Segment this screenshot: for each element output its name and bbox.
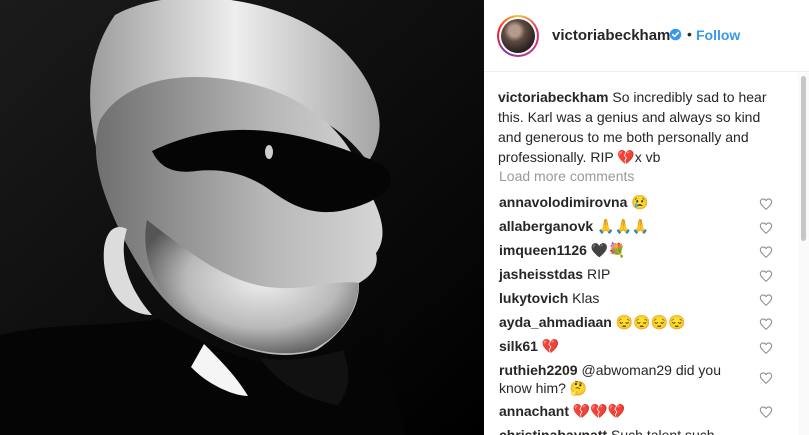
comment-text: RIP	[586, 266, 611, 282]
comment-user[interactable]: jasheisstdas	[499, 266, 583, 282]
comment-text: 💔💔💔	[572, 403, 626, 419]
heart-outline-icon[interactable]	[759, 293, 773, 307]
comment-text: 🖤💐	[590, 242, 626, 258]
comment-text: 🙏🙏🙏	[597, 218, 650, 234]
comment-item: lukytovich Klas	[499, 289, 751, 307]
comment-item: ruthieh2209 @abwoman29 did you know him?…	[499, 361, 751, 397]
comment-text: 💔	[541, 338, 560, 354]
heart-outline-icon[interactable]	[759, 341, 773, 355]
caption-author[interactable]: victoriabeckham	[498, 89, 609, 105]
portrait-image	[0, 0, 484, 435]
comment-text: Such talent such	[611, 427, 715, 435]
story-ring[interactable]	[497, 15, 539, 57]
comment-text: 😢	[631, 194, 649, 210]
heart-outline-icon[interactable]	[759, 405, 773, 419]
comment-item: annachant 💔💔💔	[499, 402, 751, 420]
post-caption: victoriabeckham So incredibly sad to hea…	[498, 87, 778, 167]
heart-outline-icon[interactable]	[759, 371, 773, 385]
comment-user[interactable]: silk61	[499, 338, 538, 354]
comment-item: ayda_ahmadiaan 😔😔😔😔	[499, 313, 751, 331]
comment-item: allaberganovk 🙏🙏🙏	[499, 217, 751, 235]
comment-item: imqueen1126 🖤💐	[499, 241, 751, 259]
comment-user[interactable]: lukytovich	[499, 290, 568, 306]
heart-outline-icon[interactable]	[759, 221, 773, 235]
heart-outline-icon[interactable]	[759, 269, 773, 283]
comment-item: christinabaynatt Such talent such	[499, 426, 751, 435]
post-header: victoriabeckham • Follow	[484, 0, 809, 72]
heart-outline-icon[interactable]	[759, 245, 773, 259]
comments-list[interactable]: victoriabeckham So incredibly sad to hea…	[484, 73, 796, 435]
comment-item: annavolodimirovna 😢	[499, 193, 751, 211]
header-separator: •	[687, 26, 692, 42]
author-username[interactable]: victoriabeckham	[552, 27, 670, 44]
verified-badge-icon	[669, 28, 682, 41]
heart-outline-icon[interactable]	[759, 317, 773, 331]
comment-user[interactable]: annavolodimirovna	[499, 194, 627, 210]
scrollbar-thumb[interactable]	[801, 76, 806, 241]
comments-scrollbar[interactable]	[798, 73, 809, 435]
post-photo	[0, 0, 484, 435]
avatar-photo	[501, 19, 535, 53]
comment-user[interactable]: allaberganovk	[499, 218, 593, 234]
comment-item: silk61 💔	[499, 337, 751, 355]
comment-user[interactable]: ruthieh2209	[499, 362, 578, 378]
comment-user[interactable]: imqueen1126	[499, 242, 587, 258]
comments-panel: victoriabeckham • Follow victoriabeckham…	[484, 0, 809, 435]
load-more-comments-button[interactable]: Load more comments	[499, 168, 634, 184]
comment-user[interactable]: christinabaynatt	[499, 427, 607, 435]
comment-user[interactable]: annachant	[499, 403, 569, 419]
follow-button[interactable]: Follow	[696, 27, 740, 43]
comment-item: jasheisstdas RIP	[499, 265, 751, 283]
comment-text: 😔😔😔😔	[615, 314, 686, 330]
heart-outline-icon[interactable]	[759, 197, 773, 211]
comment-user[interactable]: ayda_ahmadiaan	[499, 314, 612, 330]
avatar[interactable]	[499, 17, 537, 55]
comment-text: Klas	[572, 290, 600, 306]
